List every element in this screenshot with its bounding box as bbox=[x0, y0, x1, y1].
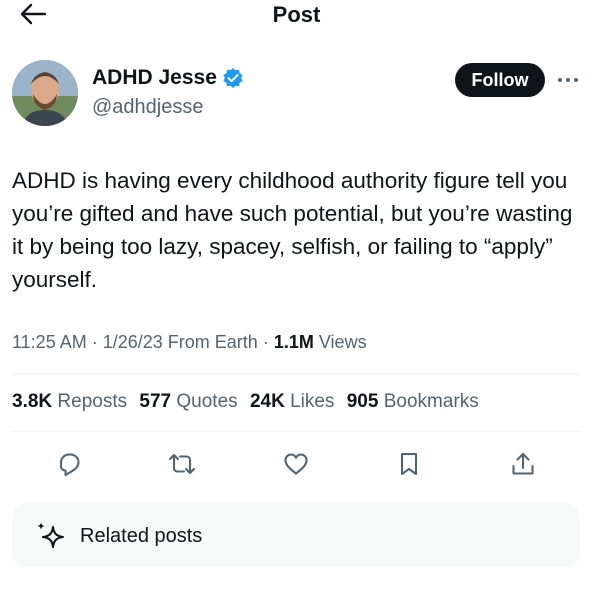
author-display-name[interactable]: ADHD Jesse bbox=[92, 66, 217, 90]
post-time[interactable]: 11:25 AM bbox=[12, 332, 87, 352]
page-title: Post bbox=[272, 2, 321, 27]
repost-icon[interactable] bbox=[167, 449, 197, 479]
engagement-stats: 3.8K Reposts 577 Quotes 24K Likes 905 Bo… bbox=[12, 391, 486, 413]
bookmarks-label: Bookmarks bbox=[383, 391, 479, 412]
reply-icon[interactable] bbox=[54, 449, 84, 479]
reposts-count: 3.8K bbox=[12, 391, 53, 412]
verified-badge-icon[interactable] bbox=[222, 67, 244, 89]
post-text: ADHD is having every childhood authority… bbox=[12, 168, 573, 292]
bookmark-icon[interactable] bbox=[394, 449, 424, 479]
author-handle[interactable]: @adhdjesse bbox=[92, 96, 203, 119]
bookmarks-stat[interactable]: 905 Bookmarks bbox=[347, 391, 479, 412]
divider bbox=[12, 373, 580, 374]
divider bbox=[12, 431, 580, 432]
author-name-row: ADHD Jesse bbox=[92, 66, 244, 90]
share-icon[interactable] bbox=[508, 449, 538, 479]
meta-separator: · bbox=[257, 332, 274, 352]
related-posts-button[interactable]: Related posts bbox=[12, 503, 580, 567]
quotes-stat[interactable]: 577 Quotes bbox=[139, 391, 237, 412]
likes-count: 24K bbox=[249, 391, 285, 412]
sparkle-icon bbox=[34, 520, 68, 554]
post-source: From Earth bbox=[167, 332, 258, 352]
top-bar: Post bbox=[0, 0, 593, 30]
avatar[interactable] bbox=[12, 60, 78, 126]
quotes-label: Quotes bbox=[176, 391, 238, 412]
likes-stat[interactable]: 24K Likes bbox=[250, 391, 335, 412]
likes-label: Likes bbox=[290, 391, 335, 412]
post-date[interactable]: 1/26/23 bbox=[103, 332, 163, 352]
reposts-stat[interactable]: 3.8K Reposts bbox=[12, 391, 127, 412]
more-horizontal-icon[interactable] bbox=[556, 72, 580, 88]
meta-separator: · bbox=[86, 332, 103, 352]
reposts-label: Reposts bbox=[57, 391, 128, 412]
follow-button[interactable]: Follow bbox=[455, 63, 545, 97]
views-count: 1.1M bbox=[273, 332, 314, 352]
related-posts-label: Related posts bbox=[80, 525, 203, 547]
post-meta: 11:25 AM · 1/26/23 From Earth · 1.1M Vie… bbox=[12, 332, 367, 353]
bookmarks-count: 905 bbox=[346, 391, 379, 412]
views-label: Views bbox=[318, 332, 367, 352]
quotes-count: 577 bbox=[139, 391, 172, 412]
heart-icon[interactable] bbox=[281, 449, 311, 479]
